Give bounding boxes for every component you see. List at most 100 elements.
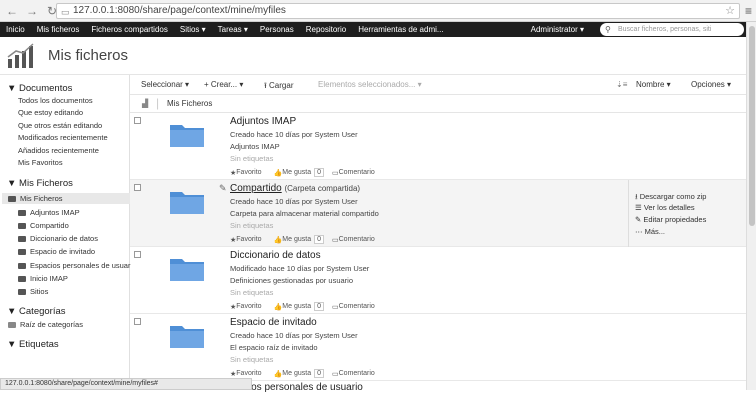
row-checkbox[interactable] [134, 184, 141, 191]
like-link[interactable]: Me gusta [282, 370, 311, 377]
tree-item-raiz-categorias[interactable]: Raíz de categorías [8, 320, 83, 329]
row-title[interactable]: Adjuntos IMAP [230, 116, 296, 127]
comment-icon[interactable]: ▭ [332, 370, 339, 378]
row-description: El espacio raíz de invitado [230, 343, 318, 352]
search-input[interactable]: ⚲ Buscar ficheros, personas, siti [600, 23, 744, 36]
list-item[interactable]: ✎ Compartido (Carpeta compartida) Creado… [130, 180, 746, 247]
nav-item-repositorio[interactable]: Repositorio [300, 25, 352, 34]
tree-item-diccionario[interactable]: Diccionario de datos [18, 234, 98, 243]
upload-button[interactable]: ⭱ Cargar [264, 80, 293, 94]
sidebar-link-otros-editando[interactable]: Que otros están editando [18, 121, 102, 130]
edit-pencil-icon[interactable]: ✎ [219, 183, 227, 194]
nav-item-ficheros-compartidos[interactable]: Ficheros compartidos [85, 25, 173, 34]
sidebar-link-editando[interactable]: Que estoy editando [18, 108, 83, 117]
tree-item-espacios-personales[interactable]: Espacios personales de usuar [18, 261, 130, 270]
page-scrollbar[interactable] [746, 22, 756, 390]
bookmark-star-icon[interactable]: ☆ [725, 4, 735, 18]
tree-label: Espacios personales de usuar [30, 261, 131, 270]
tree-label: Inicio IMAP [30, 274, 68, 283]
tree-label: Compartido [30, 221, 69, 230]
section-categorias[interactable]: ▼ Categorías [7, 306, 66, 317]
more-actions-action[interactable]: ⋯ Más... [635, 227, 665, 236]
comment-link[interactable]: Comentario [339, 370, 375, 377]
options-menu[interactable]: Opciones ▾ [691, 80, 731, 89]
favorite-link[interactable]: Favorito [236, 370, 261, 377]
edit-properties-action[interactable]: ✎ Editar propiedades [635, 215, 706, 224]
row-modified: Creado hace 10 días por System User [230, 130, 358, 139]
like-link[interactable]: Me gusta [282, 303, 311, 310]
back-icon[interactable]: ← [4, 4, 20, 18]
upload-label: Cargar [269, 81, 294, 90]
tree-item-adjuntos-imap[interactable]: Adjuntos IMAP [18, 208, 80, 217]
row-checkbox[interactable] [134, 318, 141, 325]
section-mis-ficheros[interactable]: ▼ Mis Ficheros [7, 178, 73, 189]
row-modified: Creado hace 10 días por System User [230, 197, 358, 206]
sidebar-link-modificados[interactable]: Modificados recientemente [18, 133, 108, 142]
sidebar-link-favoritos[interactable]: Mis Favoritos [18, 158, 63, 167]
row-title[interactable]: Espacio de invitado [230, 317, 317, 328]
browser-menu-icon[interactable]: ≡ [745, 4, 752, 18]
section-etiquetas[interactable]: ▼ Etiquetas [7, 339, 59, 350]
tree-item-inicio-imap[interactable]: Inicio IMAP [18, 274, 68, 283]
comment-link[interactable]: Comentario [339, 236, 375, 243]
nav-item-herramientas[interactable]: Herramientas de admi... [352, 25, 449, 34]
sort-field-menu[interactable]: Nombre ▾ [636, 80, 671, 89]
favorite-link[interactable]: Favorito [236, 303, 261, 310]
tree-item-sitios[interactable]: Sitios [18, 287, 48, 296]
sidebar-link-todos[interactable]: Todos los documentos [18, 96, 93, 105]
tree-label: Sitios [30, 287, 49, 296]
nav-item-inicio[interactable]: Inicio [0, 25, 31, 34]
like-icon[interactable]: 👍 [274, 169, 283, 177]
folder-icon [18, 275, 26, 282]
comment-icon[interactable]: ▭ [332, 303, 339, 311]
like-link[interactable]: Me gusta [282, 236, 311, 243]
tree-item-mis-ficheros[interactable]: Mis Ficheros [8, 194, 63, 203]
select-menu[interactable]: Seleccionar ▾ [141, 80, 189, 89]
like-link[interactable]: Me gusta [282, 169, 311, 176]
breadcrumb-current[interactable]: Mis Ficheros [167, 99, 212, 108]
tree-item-compartido[interactable]: Compartido [18, 221, 69, 230]
forward-icon[interactable]: → [24, 4, 40, 18]
like-icon[interactable]: 👍 [274, 303, 283, 311]
parent-folder-icon[interactable]: ▟ [142, 99, 148, 108]
row-title[interactable]: Diccionario de datos [230, 250, 321, 261]
row-title-text[interactable]: Compartido [230, 183, 282, 194]
favorite-link[interactable]: Favorito [236, 169, 261, 176]
create-button[interactable]: + Crear... ▾ [204, 80, 243, 89]
row-title[interactable]: Compartido (Carpeta compartida) [230, 183, 360, 194]
list-item[interactable]: Diccionario de datos Modificado hace 10 … [130, 247, 746, 314]
comment-icon[interactable]: ▭ [332, 169, 339, 177]
nav-item-mis-ficheros[interactable]: Mis ficheros [31, 25, 86, 34]
details-icon: ☰ [635, 203, 644, 212]
list-item[interactable]: Adjuntos IMAP Creado hace 10 días por Sy… [130, 113, 746, 180]
folder-icon[interactable] [170, 188, 204, 214]
sidebar-link-anadidos[interactable]: Añadidos recientemente [18, 146, 99, 155]
sort-direction-icon[interactable]: ⇣≡ [616, 80, 627, 89]
view-details-action[interactable]: ☰ Ver los detalles [635, 203, 695, 212]
document-toolbar: Seleccionar ▾ + Crear... ▾ ⭱ Cargar Elem… [130, 75, 746, 95]
row-checkbox[interactable] [134, 117, 141, 124]
comment-icon[interactable]: ▭ [332, 236, 339, 244]
row-social-actions: ★ Favorito 👍 Me gusta 0 ▭ Comentario [230, 235, 375, 244]
my-files-logo-icon [7, 43, 34, 68]
comment-link[interactable]: Comentario [339, 303, 375, 310]
scrollbar-thumb[interactable] [749, 26, 755, 226]
tree-item-invitado[interactable]: Espacio de invitado [18, 247, 95, 256]
user-menu[interactable]: Administrator ▾ [531, 25, 584, 34]
nav-item-tareas[interactable]: Tareas ▾ [212, 25, 254, 34]
folder-icon[interactable] [170, 255, 204, 281]
like-icon[interactable]: 👍 [274, 236, 283, 244]
row-checkbox[interactable] [134, 251, 141, 258]
comment-link[interactable]: Comentario [339, 169, 375, 176]
row-social-actions: ★ Favorito 👍 Me gusta 0 ▭ Comentario [230, 168, 375, 177]
section-documentos[interactable]: ▼ Documentos [7, 83, 72, 94]
address-bar[interactable]: ▭ 127.0.0.1:8080/share/page/context/mine… [56, 3, 740, 19]
favorite-link[interactable]: Favorito [236, 236, 261, 243]
like-icon[interactable]: 👍 [274, 370, 283, 378]
selected-items-menu[interactable]: Elementos seleccionados... ▾ [318, 80, 422, 89]
list-item[interactable]: Espacio de invitado Creado hace 10 días … [130, 314, 746, 381]
nav-item-personas[interactable]: Personas [254, 25, 300, 34]
folder-icon[interactable] [170, 121, 204, 147]
nav-item-sitios[interactable]: Sitios ▾ [174, 25, 212, 34]
folder-icon[interactable] [170, 322, 204, 348]
